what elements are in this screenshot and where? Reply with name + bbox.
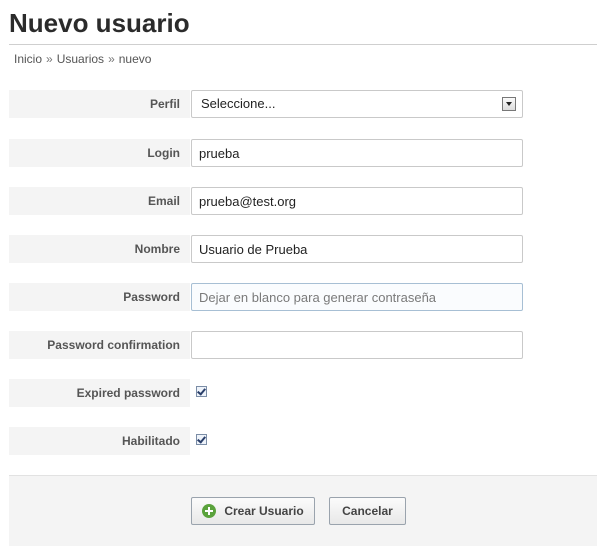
- password-confirmation-label: Password confirmation: [47, 338, 180, 352]
- create-user-button[interactable]: Crear Usuario: [191, 497, 315, 525]
- nombre-input[interactable]: [191, 235, 523, 263]
- nombre-row: Nombre: [9, 235, 597, 263]
- breadcrumb-separator: »: [46, 52, 53, 66]
- cancel-button[interactable]: Cancelar: [329, 497, 406, 525]
- chevron-down-icon[interactable]: [502, 97, 516, 111]
- breadcrumb-home-link[interactable]: Inicio: [14, 52, 42, 66]
- title-divider: [9, 44, 597, 45]
- perfil-label: Perfil: [149, 97, 180, 111]
- expired-password-label: Expired password: [76, 386, 180, 400]
- login-input[interactable]: [191, 139, 523, 167]
- perfil-select[interactable]: Seleccione...: [191, 90, 523, 118]
- password-label: Password: [123, 290, 180, 304]
- add-icon: [202, 504, 217, 518]
- password-confirmation-row: Password confirmation: [9, 331, 597, 359]
- breadcrumb-users-link[interactable]: Usuarios: [57, 52, 104, 66]
- password-row: Password: [9, 283, 597, 311]
- habilitado-label: Habilitado: [121, 434, 180, 448]
- habilitado-checkbox[interactable]: [196, 434, 207, 445]
- email-label: Email: [147, 194, 180, 208]
- email-row: Email: [9, 187, 597, 215]
- password-input[interactable]: [191, 283, 523, 311]
- perfil-selected-value: Seleccione...: [201, 96, 276, 111]
- breadcrumb: Inicio» Usuarios» nuevo: [14, 52, 151, 66]
- create-user-button-label: Crear Usuario: [224, 504, 304, 518]
- perfil-row: Perfil Seleccione...: [9, 90, 597, 118]
- breadcrumb-separator: »: [108, 52, 115, 66]
- habilitado-row: Habilitado: [9, 427, 597, 455]
- form-actions: Crear Usuario Cancelar: [9, 475, 597, 546]
- breadcrumb-current: nuevo: [118, 52, 152, 66]
- password-confirmation-input[interactable]: [191, 331, 523, 359]
- login-label: Login: [147, 146, 180, 160]
- nombre-label: Nombre: [134, 242, 180, 256]
- expired-password-row: Expired password: [9, 379, 597, 407]
- page-title: Nuevo usuario: [9, 8, 190, 38]
- expired-password-checkbox[interactable]: [196, 386, 207, 397]
- email-input[interactable]: [191, 187, 523, 215]
- login-row: Login: [9, 139, 597, 167]
